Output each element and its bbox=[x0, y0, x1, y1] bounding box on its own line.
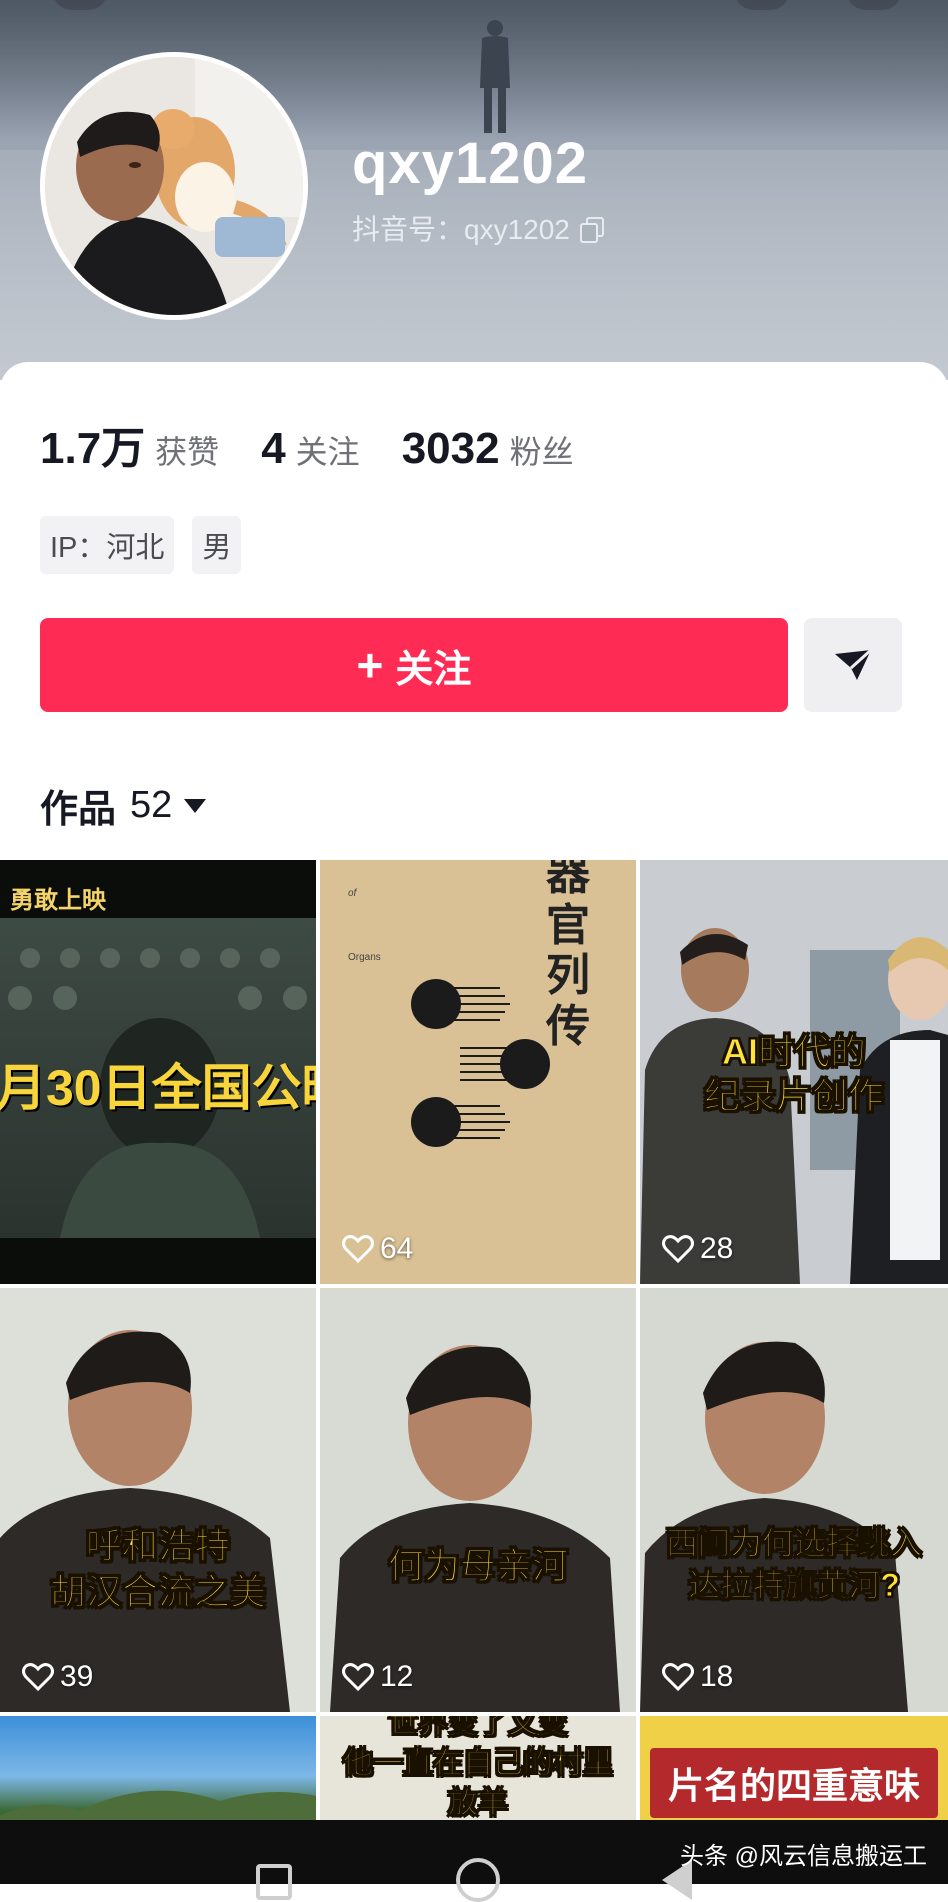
video-grid: 勇敢上映 月30日全国公映 器官列传 of Organs 64 bbox=[0, 860, 948, 1850]
ip-location-tag: IP：河北 bbox=[40, 516, 175, 574]
gender-tag: 男 bbox=[192, 516, 242, 574]
works-label: 作品 bbox=[40, 789, 117, 831]
video-thumbnail[interactable]: 器官列传 of Organs 64 bbox=[320, 860, 636, 1284]
stat-likes[interactable]: 1.7万 获赞 bbox=[40, 412, 219, 476]
heart-icon bbox=[22, 1663, 54, 1691]
heart-icon bbox=[662, 1235, 694, 1263]
video-caption: 西阔为何选择跳入 bbox=[665, 1524, 922, 1561]
video-caption: 达拉特旗黄河? bbox=[688, 1566, 901, 1603]
likes-value: 39 bbox=[60, 1660, 94, 1693]
works-count: 52 bbox=[130, 784, 173, 826]
heart-icon bbox=[342, 1663, 374, 1691]
follow-button[interactable]: + 关注 bbox=[40, 618, 788, 712]
speaker-image bbox=[330, 1345, 620, 1712]
follow-label: 关注 bbox=[395, 648, 472, 691]
stat-label: 获赞 bbox=[155, 434, 220, 470]
speaker-image bbox=[640, 1341, 908, 1712]
video-caption: 世界变了又变 bbox=[388, 1716, 569, 1741]
stat-value: 3032 bbox=[401, 424, 500, 473]
video-caption: 放羊 bbox=[448, 1787, 509, 1821]
overlay-top: 勇敢上映 bbox=[10, 887, 106, 914]
video-caption: AI时代的 bbox=[721, 1030, 866, 1072]
profile-stats: 1.7万 获赞 4 关注 3032 粉丝 bbox=[40, 412, 616, 476]
book-title-vertical: 器官列传 bbox=[546, 860, 590, 1052]
video-caption: 纪录片创作 bbox=[703, 1074, 884, 1116]
avatar-image bbox=[45, 57, 303, 315]
stat-label: 关注 bbox=[295, 434, 360, 470]
caret-down-icon bbox=[184, 798, 207, 813]
likes-count: 28 bbox=[662, 1232, 733, 1266]
walking-figure bbox=[480, 20, 510, 133]
plus-icon: + bbox=[356, 639, 384, 691]
video-thumbnail[interactable]: 呼和浩特 胡汉合流之美 39 bbox=[0, 1288, 316, 1712]
watermark-text: 头条 @风云信息搬运工 bbox=[680, 1843, 928, 1870]
likes-count: 64 bbox=[342, 1232, 413, 1266]
stat-value: 4 bbox=[261, 424, 286, 473]
book-eng-of: of bbox=[348, 888, 357, 899]
book-cover-graphic bbox=[411, 979, 550, 1147]
speaker-image bbox=[0, 1330, 290, 1712]
profile-tags: IP：河北 男 bbox=[40, 516, 242, 574]
likes-value: 12 bbox=[380, 1660, 414, 1693]
douyin-id-text: 抖音号：qxy1202 bbox=[352, 214, 570, 245]
video-caption: 片名的四重意味 bbox=[650, 1748, 938, 1818]
copy-icon[interactable] bbox=[579, 217, 604, 243]
video-caption: 他一直在自己的村里 bbox=[343, 1747, 614, 1781]
heart-icon bbox=[342, 1235, 374, 1263]
profile-username: qxy1202 bbox=[352, 131, 588, 196]
video-thumbnail[interactable]: AI时代的 纪录片创作 28 bbox=[640, 860, 948, 1284]
likes-count: 18 bbox=[662, 1660, 733, 1694]
stat-followers[interactable]: 3032 粉丝 bbox=[402, 424, 574, 474]
home-icon[interactable] bbox=[456, 1858, 500, 1902]
book-eng-organs: Organs bbox=[348, 952, 381, 963]
douyin-id-row[interactable]: 抖音号：qxy1202 bbox=[352, 208, 604, 248]
stat-following[interactable]: 4 关注 bbox=[261, 424, 360, 474]
avatar[interactable] bbox=[40, 52, 308, 320]
video-thumbnail[interactable]: 西阔为何选择跳入 达拉特旗黄河? 18 bbox=[640, 1288, 948, 1712]
video-caption: 月30日全国公映 bbox=[0, 1060, 316, 1116]
video-caption: 呼和浩特 bbox=[85, 1524, 230, 1566]
send-message-button[interactable] bbox=[804, 618, 902, 712]
stat-value: 1.7万 bbox=[40, 424, 146, 473]
likes-count: 39 bbox=[22, 1660, 93, 1694]
video-thumbnail[interactable]: 勇敢上映 月30日全国公映 bbox=[0, 860, 316, 1284]
video-caption: 胡汉合流之美 bbox=[49, 1570, 266, 1612]
likes-value: 64 bbox=[380, 1232, 414, 1265]
likes-count: 12 bbox=[342, 1660, 413, 1694]
works-tab[interactable]: 作品 52 bbox=[40, 778, 207, 833]
recent-apps-icon[interactable] bbox=[256, 1864, 292, 1900]
send-icon bbox=[835, 648, 873, 680]
likes-value: 28 bbox=[700, 1232, 734, 1265]
stat-label: 粉丝 bbox=[509, 434, 574, 470]
video-caption: 何为母亲河 bbox=[387, 1544, 568, 1586]
likes-value: 18 bbox=[700, 1660, 734, 1693]
heart-icon bbox=[662, 1663, 694, 1691]
video-thumbnail[interactable]: 何为母亲河 12 bbox=[320, 1288, 636, 1712]
